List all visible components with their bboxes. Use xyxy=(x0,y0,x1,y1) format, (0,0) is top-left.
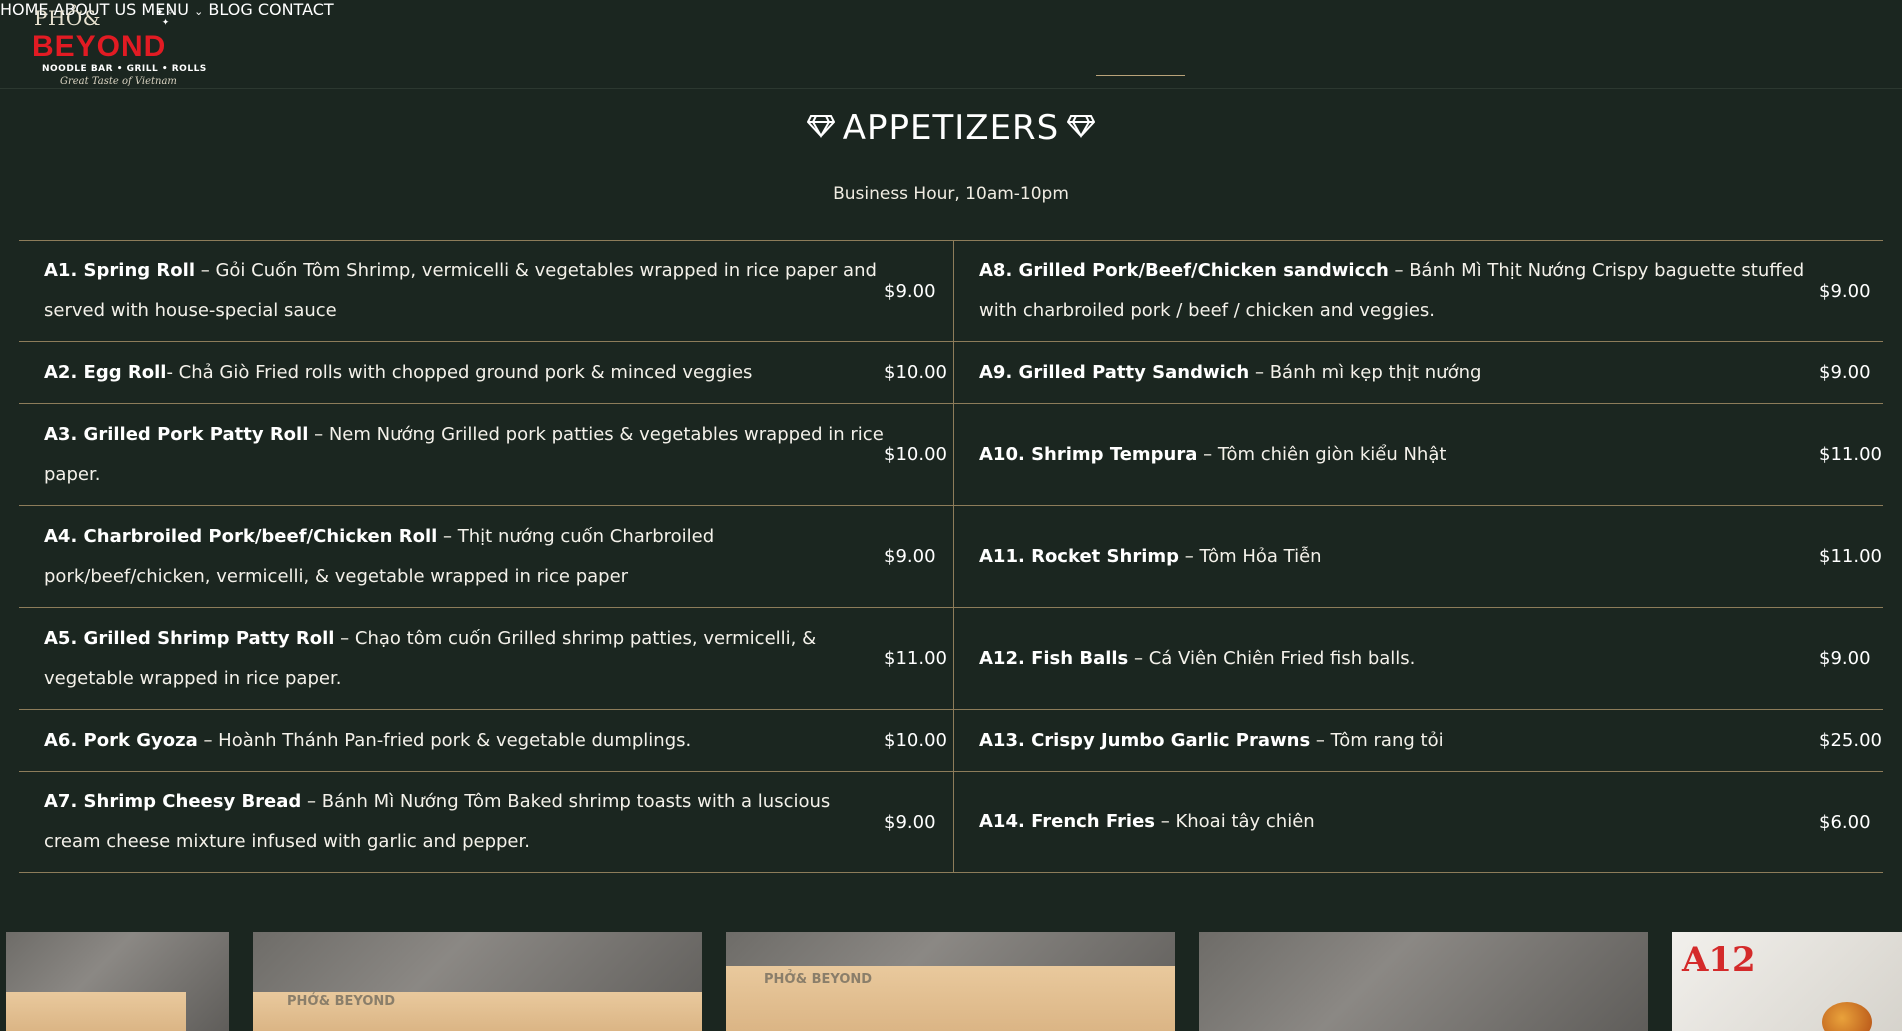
nav-active-underline xyxy=(1096,75,1185,76)
menu-item: A1. Spring Roll – Gỏi Cuốn Tôm Shrimp, v… xyxy=(19,241,954,341)
item-price: $9.00 xyxy=(1819,362,1871,383)
item-name: A2. Egg Roll xyxy=(44,361,167,383)
item-price: $9.00 xyxy=(884,811,936,833)
logo-subtitle: NOODLE BAR • GRILL • ROLLS xyxy=(42,64,207,74)
item-price: $9.00 xyxy=(884,280,936,302)
item-name: A4. Charbroiled Pork/beef/Chicken Roll xyxy=(44,525,438,547)
item-name: A6. Pork Gyoza xyxy=(44,729,198,751)
item-price: $10.00 xyxy=(884,730,947,751)
menu-item: A10. Shrimp Tempura – Tôm chiên giòn kiể… xyxy=(954,404,1883,505)
gallery-photo[interactable]: PHỞ& BEYOND xyxy=(253,932,702,1031)
gallery-photo[interactable]: A12 xyxy=(1672,932,1902,1031)
gallery-photo[interactable] xyxy=(6,932,229,1031)
menu-item: A2. Egg Roll- Chả Giò Fried rolls with c… xyxy=(19,342,954,403)
photo-brand-text: PHỞ& BEYOND xyxy=(287,994,396,1009)
item-name: A3. Grilled Pork Patty Roll xyxy=(44,423,309,445)
menu-row: A5. Grilled Shrimp Patty Roll – Chạo tôm… xyxy=(19,608,1883,710)
menu-row: A3. Grilled Pork Patty Roll – Nem Nướng … xyxy=(19,404,1883,506)
item-description: – Tôm rang tỏi xyxy=(1310,729,1444,751)
page-title: APPETIZERS xyxy=(842,108,1060,148)
item-name: A10. Shrimp Tempura xyxy=(979,443,1198,465)
item-price: $11.00 xyxy=(1819,546,1882,567)
business-hours: Business Hour, 10am-10pm xyxy=(833,184,1069,204)
menu-row: A1. Spring Roll – Gỏi Cuốn Tôm Shrimp, v… xyxy=(19,241,1883,342)
item-description: – Khoai tây chiên xyxy=(1155,811,1315,832)
menu-item: A8. Grilled Pork/Beef/Chicken sandwicch … xyxy=(954,241,1883,341)
item-description: – Tôm chiên giòn kiểu Nhật xyxy=(1197,443,1447,465)
menu-item: A11. Rocket Shrimp – Tôm Hỏa Tiễn $11.00 xyxy=(954,506,1883,607)
menu-row: A6. Pork Gyoza – Hoành Thánh Pan-fried p… xyxy=(19,710,1883,772)
logo-line1: PHỞ& xyxy=(34,6,102,30)
item-price: $10.00 xyxy=(884,362,947,383)
item-description: – Cá Viên Chiên Fried fish balls. xyxy=(1128,647,1416,669)
nav-contact[interactable]: CONTACT xyxy=(258,0,334,19)
item-description: - Chả Giò Fried rolls with chopped groun… xyxy=(166,361,753,383)
item-description: – Hoành Thánh Pan-fried pork & vegetable… xyxy=(197,729,692,751)
section-title-wrap: APPETIZERS xyxy=(0,108,1902,148)
item-name: A8. Grilled Pork/Beef/Chicken sandwicch xyxy=(979,260,1389,281)
gallery-photo[interactable]: PHỞ& BEYOND xyxy=(726,932,1175,1031)
diamond-icon xyxy=(806,112,835,145)
site-header: PHỞ& ✦ ✧ ✦ BEYOND NOODLE BAR • GRILL • R… xyxy=(0,0,1902,89)
logo-line2: BEYOND xyxy=(32,30,167,63)
item-name: A7. Shrimp Cheesy Bread xyxy=(44,791,302,812)
stars-icon: ✦ ✧ ✦ xyxy=(156,8,174,28)
site-logo[interactable]: PHỞ& ✦ ✧ ✦ BEYOND NOODLE BAR • GRILL • R… xyxy=(32,6,206,87)
menu-item: A6. Pork Gyoza – Hoành Thánh Pan-fried p… xyxy=(19,710,954,771)
appetizer-menu-table: A1. Spring Roll – Gỏi Cuốn Tôm Shrimp, v… xyxy=(19,240,1883,873)
item-name: A13. Crispy Jumbo Garlic Prawns xyxy=(979,729,1311,751)
menu-row: A7. Shrimp Cheesy Bread – Bánh Mì Nướng … xyxy=(19,772,1883,873)
menu-item: A12. Fish Balls – Cá Viên Chiên Fried fi… xyxy=(954,608,1883,709)
menu-item: A14. French Fries – Khoai tây chiên $6.0… xyxy=(954,772,1883,872)
menu-item: A7. Shrimp Cheesy Bread – Bánh Mì Nướng … xyxy=(19,772,954,872)
photo-gallery: PHỞ& BEYOND PHỞ& BEYOND A12 xyxy=(0,932,1902,1031)
item-name: A1. Spring Roll xyxy=(44,260,195,281)
menu-row: A4. Charbroiled Pork/beef/Chicken Roll –… xyxy=(19,506,1883,608)
item-price: $11.00 xyxy=(1819,444,1882,465)
item-description: – Bánh mì kẹp thịt nướng xyxy=(1249,361,1482,383)
photo-item-code: A12 xyxy=(1682,940,1756,980)
item-price: $9.00 xyxy=(884,546,936,567)
menu-row: A2. Egg Roll- Chả Giò Fried rolls with c… xyxy=(19,342,1883,404)
diamond-icon xyxy=(1067,112,1096,145)
menu-item: A13. Crispy Jumbo Garlic Prawns – Tôm ra… xyxy=(954,710,1883,771)
logo-tagline: Great Taste of Vietnam xyxy=(60,76,177,87)
item-price: $10.00 xyxy=(884,444,947,465)
food-image xyxy=(1822,1002,1872,1031)
item-name: A11. Rocket Shrimp xyxy=(979,545,1180,567)
item-price: $9.00 xyxy=(1819,648,1871,669)
menu-item: A4. Charbroiled Pork/beef/Chicken Roll –… xyxy=(19,506,954,607)
item-price: $6.00 xyxy=(1819,811,1871,833)
item-description: – Tôm Hỏa Tiễn xyxy=(1179,545,1322,567)
menu-item: A5. Grilled Shrimp Patty Roll – Chạo tôm… xyxy=(19,608,954,709)
chevron-down-icon: ⌄ xyxy=(194,5,204,18)
nav-blog[interactable]: BLOG xyxy=(208,0,252,19)
item-price: $11.00 xyxy=(884,648,947,669)
gallery-photo[interactable] xyxy=(1199,932,1648,1031)
menu-item: A9. Grilled Patty Sandwich – Bánh mì kẹp… xyxy=(954,342,1883,403)
section-title: APPETIZERS xyxy=(806,108,1096,148)
photo-brand-text: PHỞ& BEYOND xyxy=(764,972,873,987)
item-name: A14. French Fries xyxy=(979,811,1155,832)
item-name: A9. Grilled Patty Sandwich xyxy=(979,361,1250,383)
item-price: $9.00 xyxy=(1819,280,1871,302)
item-name: A5. Grilled Shrimp Patty Roll xyxy=(44,627,335,649)
item-name: A12. Fish Balls xyxy=(979,647,1129,669)
item-price: $25.00 xyxy=(1819,730,1882,751)
menu-item: A3. Grilled Pork Patty Roll – Nem Nướng … xyxy=(19,404,954,505)
